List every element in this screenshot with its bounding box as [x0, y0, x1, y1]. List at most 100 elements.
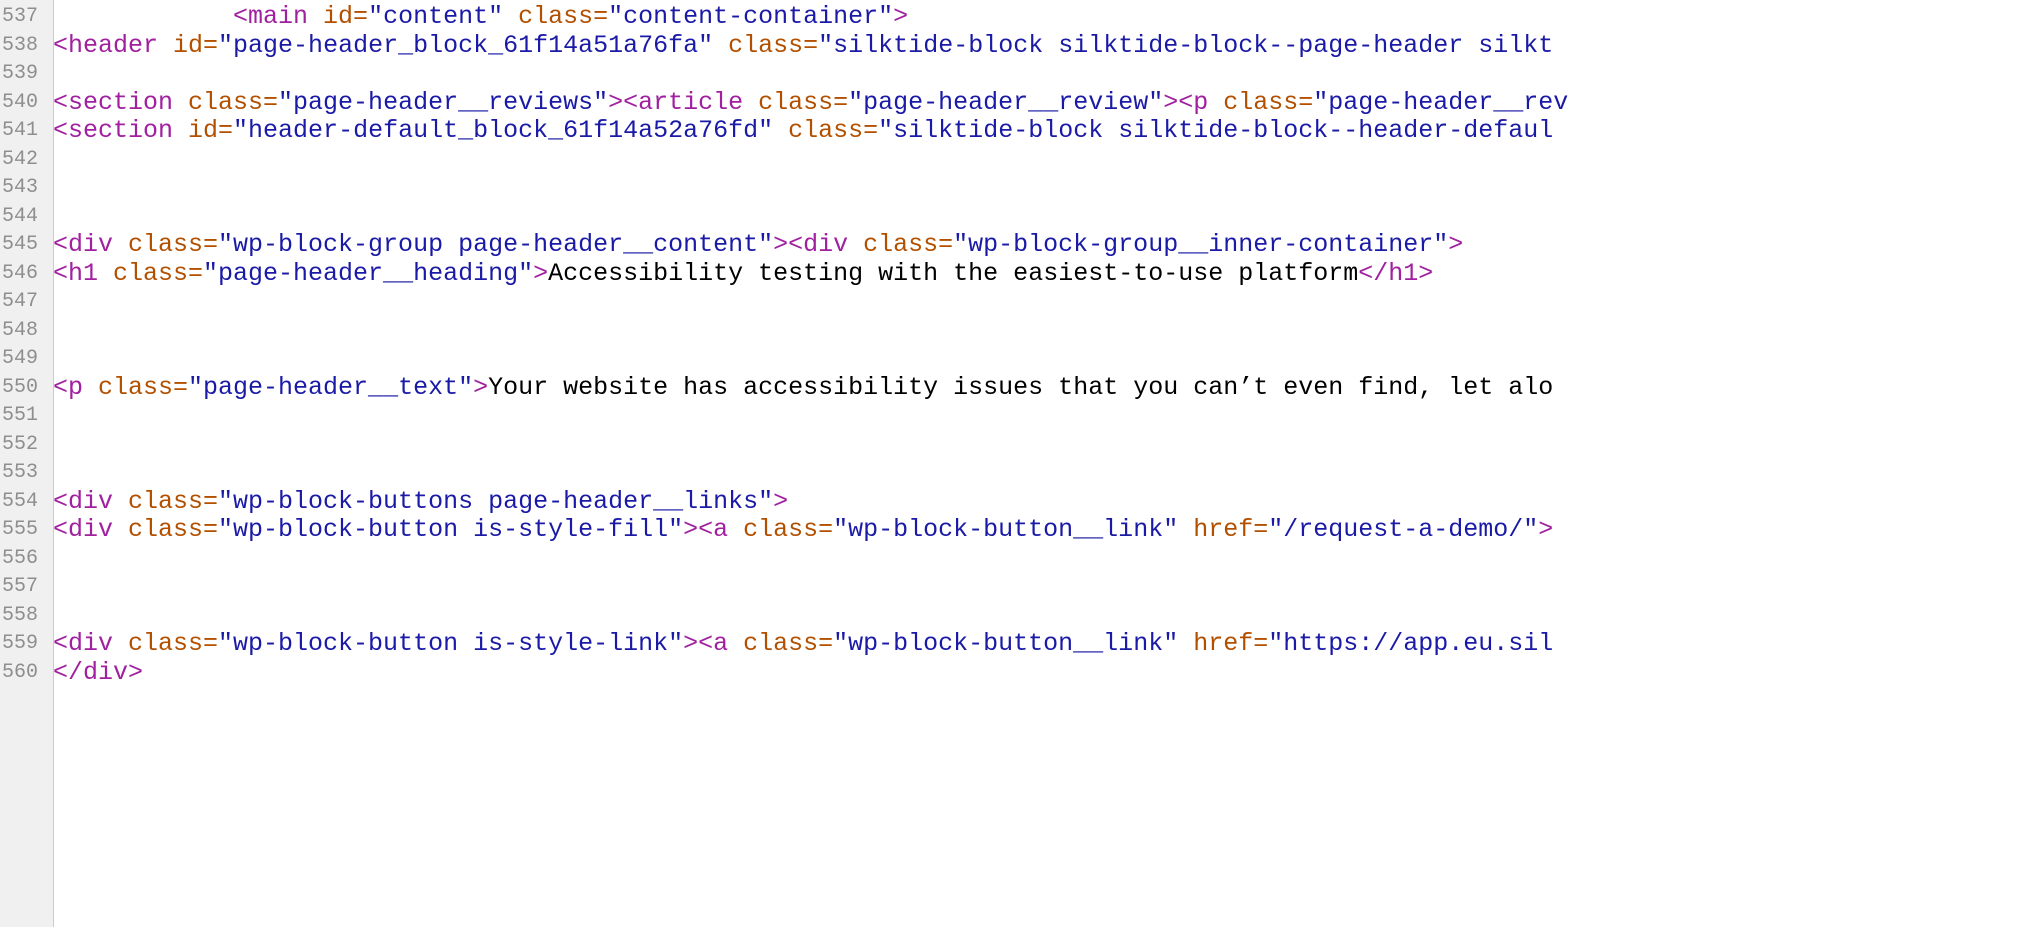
- code-line-content[interactable]: <main id="content" class="content-contai…: [53, 2, 909, 32]
- code-line[interactable]: 548: [0, 317, 2039, 346]
- syntax-tag: <div: [53, 629, 129, 658]
- syntax-attribute-value: "page-header__heading": [203, 258, 534, 288]
- code-line-content[interactable]: <div class= "wp-block-button is-style-lin…: [53, 629, 1554, 659]
- code-line[interactable]: 541 <section id="header-default_block_61f…: [0, 116, 2039, 146]
- code-line-content[interactable]: <section class= "page-header__reviews"><a…: [53, 87, 1568, 118]
- syntax-attribute-name: href=: [1193, 629, 1269, 658]
- syntax-attribute-name: class=: [128, 515, 219, 544]
- code-line[interactable]: 543: [0, 174, 2039, 203]
- syntax-tag: <main: [233, 2, 324, 31]
- syntax-tag: >: [893, 2, 909, 31]
- line-number: 557: [1, 575, 38, 598]
- syntax-attribute-name: class=: [1223, 87, 1314, 117]
- syntax-tag: >: [473, 372, 489, 402]
- syntax-tag: >: [773, 486, 789, 516]
- code-line-content[interactable]: <section id="header-default_block_61f14a…: [53, 116, 1554, 146]
- line-number: 551: [1, 404, 38, 427]
- line-number: 545: [1, 233, 38, 256]
- code-line[interactable]: 538 <header id="page-header_block_61f14a5…: [0, 30, 2039, 61]
- code-line-content[interactable]: <h1 class="page-header__heading">Accessi…: [53, 258, 1434, 289]
- code-line[interactable]: 560 </div>: [0, 658, 2039, 688]
- code-line[interactable]: 542: [0, 146, 2039, 175]
- code-line-content[interactable]: <header id="page-header_block_61f14a51a7…: [53, 30, 1554, 61]
- syntax-attribute-value: "header-default_block_61f14a52a76fd": [233, 116, 774, 145]
- syntax-tag: <section: [53, 116, 189, 145]
- code-line[interactable]: 547: [0, 288, 2039, 317]
- line-number: 555: [1, 518, 38, 541]
- code-line[interactable]: 540 <section class="page-header__reviews"…: [0, 87, 2039, 118]
- syntax-attribute-value: "silktide-block silktide-block--page-hea…: [818, 30, 1554, 60]
- code-line[interactable]: 557: [0, 573, 2039, 602]
- syntax-tag: <h1: [53, 258, 114, 288]
- code-line[interactable]: 555 <div class="wp-block-button is-style-…: [0, 515, 2039, 545]
- view-source-pane[interactable]: 537 <main id="content" class="content-co…: [0, 0, 2039, 927]
- code-line[interactable]: 545 <div class="wp-block-group page-heade…: [0, 230, 2039, 260]
- syntax-attribute-value: "wp-block-button__link": [833, 629, 1179, 658]
- syntax-attribute-value: "page-header__text": [188, 372, 474, 402]
- syntax-tag: <div: [53, 515, 129, 544]
- syntax-tag: ><a: [683, 629, 744, 658]
- syntax-attribute-name: id=: [323, 2, 369, 31]
- syntax-attribute-name: class=: [743, 629, 834, 658]
- syntax-attribute-name: id=: [173, 30, 219, 60]
- syntax-attribute-value: "https://app.eu.sil: [1268, 629, 1554, 658]
- syntax-attribute-value: "wp-block-group page-header__content": [218, 230, 774, 259]
- syntax-tag: ><div: [773, 230, 864, 259]
- syntax-attribute-value: "silktide-block silktide-block--header-d…: [878, 116, 1554, 145]
- code-line[interactable]: 556: [0, 545, 2039, 574]
- syntax-attribute-name: id=: [188, 116, 234, 145]
- syntax-text: [773, 116, 788, 145]
- code-line[interactable]: 544: [0, 203, 2039, 232]
- code-line-content[interactable]: </div>: [53, 658, 143, 688]
- syntax-tag: ><article: [608, 87, 759, 117]
- syntax-attribute-value: "wp-block-button is-style-link": [218, 629, 684, 658]
- code-line[interactable]: 551: [0, 402, 2039, 431]
- syntax-attribute-name: class=: [128, 230, 219, 259]
- syntax-attribute-name: class=: [518, 2, 609, 31]
- code-line-content[interactable]: <div class="wp-block-button is-style-fil…: [53, 515, 1554, 545]
- line-number: 552: [1, 432, 38, 456]
- syntax-tag: ><a: [683, 515, 744, 544]
- code-line[interactable]: 549: [0, 345, 2039, 374]
- code-line-content[interactable]: <p class="page-header__text">Your websit…: [53, 372, 1553, 403]
- code-line[interactable]: 552: [0, 431, 2039, 460]
- code-line-content[interactable]: <div class="wp-block-group page-header__…: [53, 230, 1464, 260]
- code-line[interactable]: 559 <div class="wp-block-button is-style-…: [0, 629, 2039, 659]
- code-line[interactable]: 537 <main id="content" class="content-co…: [0, 2, 2039, 32]
- line-number: 546: [1, 261, 38, 285]
- source-code-lines[interactable]: 537 <main id="content" class="content-co…: [0, 0, 2039, 687]
- code-line[interactable]: 553: [0, 459, 2039, 488]
- line-number: 544: [1, 204, 38, 228]
- syntax-text: [713, 31, 728, 60]
- line-number: 553: [1, 461, 38, 484]
- syntax-tag: >: [1538, 515, 1554, 544]
- line-number: 558: [1, 603, 38, 627]
- code-line[interactable]: 554 <div class="wp-block-buttons page-hea…: [0, 486, 2039, 517]
- code-line-content[interactable]: <div class="wp-block-buttons page-header…: [53, 486, 789, 517]
- syntax-attribute-value: "page-header__reviews": [278, 87, 609, 117]
- syntax-tag: >: [1448, 230, 1464, 259]
- line-number: 538: [1, 33, 38, 57]
- line-number: 542: [1, 147, 38, 171]
- line-number: 556: [1, 546, 38, 570]
- syntax-text: [503, 2, 518, 31]
- syntax-attribute-value: "wp-block-group__inner-container": [953, 230, 1449, 259]
- code-line[interactable]: 550 <p class="page-header__text">Your web…: [0, 372, 2039, 403]
- syntax-attribute-value: "content-container": [608, 2, 894, 31]
- code-line[interactable]: 539: [0, 60, 2039, 89]
- syntax-text: [1178, 515, 1193, 544]
- syntax-tag: >: [533, 258, 549, 288]
- syntax-text: Accessibility testing with the easiest-t…: [548, 258, 1359, 288]
- code-line[interactable]: 546 <h1 class="page-header__heading">Acce…: [0, 258, 2039, 289]
- syntax-attribute-value: "content": [368, 2, 504, 31]
- syntax-attribute-name: class=: [98, 372, 189, 402]
- syntax-attribute-name: class=: [728, 30, 819, 60]
- syntax-tag: </h1>: [1358, 258, 1434, 288]
- syntax-attribute-name: class=: [743, 515, 834, 544]
- line-number: 547: [1, 290, 38, 313]
- line-number: 554: [1, 489, 38, 513]
- syntax-attribute-value: "wp-block-buttons page-header__links": [218, 486, 774, 516]
- syntax-tag: <section: [53, 87, 189, 117]
- code-line[interactable]: 558: [0, 602, 2039, 631]
- line-number: 539: [1, 62, 38, 85]
